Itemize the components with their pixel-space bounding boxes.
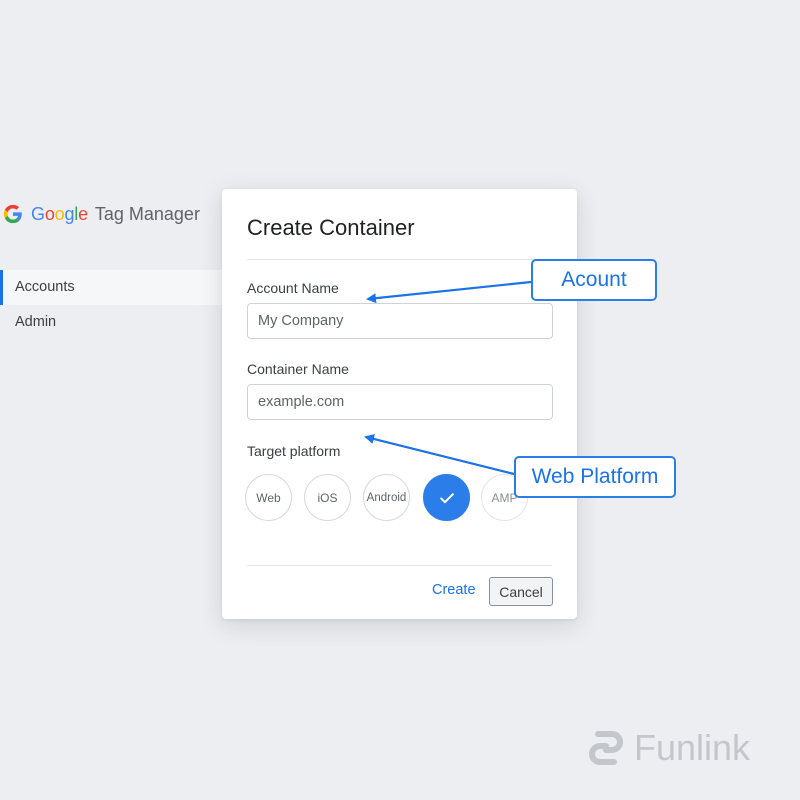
platform-option-selected[interactable] xyxy=(423,474,470,521)
brand-google-text: Google xyxy=(31,203,88,224)
platform-option-ios[interactable]: iOS xyxy=(304,474,351,521)
account-name-input[interactable] xyxy=(247,303,553,339)
platform-option-android[interactable]: Android xyxy=(363,474,410,521)
dialog-title: Create Container xyxy=(247,215,415,240)
sidebar-item-admin[interactable]: Admin xyxy=(0,305,225,340)
account-name-label: Account Name xyxy=(247,280,339,296)
container-name-input[interactable] xyxy=(247,384,553,420)
google-g-icon xyxy=(3,204,22,224)
watermark-text: Funlink xyxy=(634,727,751,768)
target-platform-label: Target platform xyxy=(247,443,341,459)
create-button[interactable]: Create xyxy=(432,582,476,598)
account-callout: Acount xyxy=(531,259,657,301)
checkmark-icon xyxy=(439,492,454,503)
create-container-dialog: Create Container Account Name Container … xyxy=(222,189,577,619)
watermark: Funlink xyxy=(584,726,750,770)
target-platform-options: Web iOS Android AMP xyxy=(245,474,545,522)
funlink-logo-icon xyxy=(589,731,623,765)
cancel-button[interactable]: Cancel xyxy=(489,577,553,606)
app-brand: Google Tag Manager xyxy=(2,203,200,225)
platform-option-web[interactable]: Web xyxy=(245,474,292,521)
dialog-divider-top xyxy=(247,259,552,260)
container-name-label: Container Name xyxy=(247,361,349,377)
brand-product-name: Tag Manager xyxy=(94,203,200,224)
dialog-divider-bottom xyxy=(247,565,552,566)
sidebar-nav: Accounts Admin xyxy=(0,270,225,340)
sidebar-item-accounts[interactable]: Accounts xyxy=(0,270,225,305)
web-platform-callout: Web Platform xyxy=(514,456,676,498)
